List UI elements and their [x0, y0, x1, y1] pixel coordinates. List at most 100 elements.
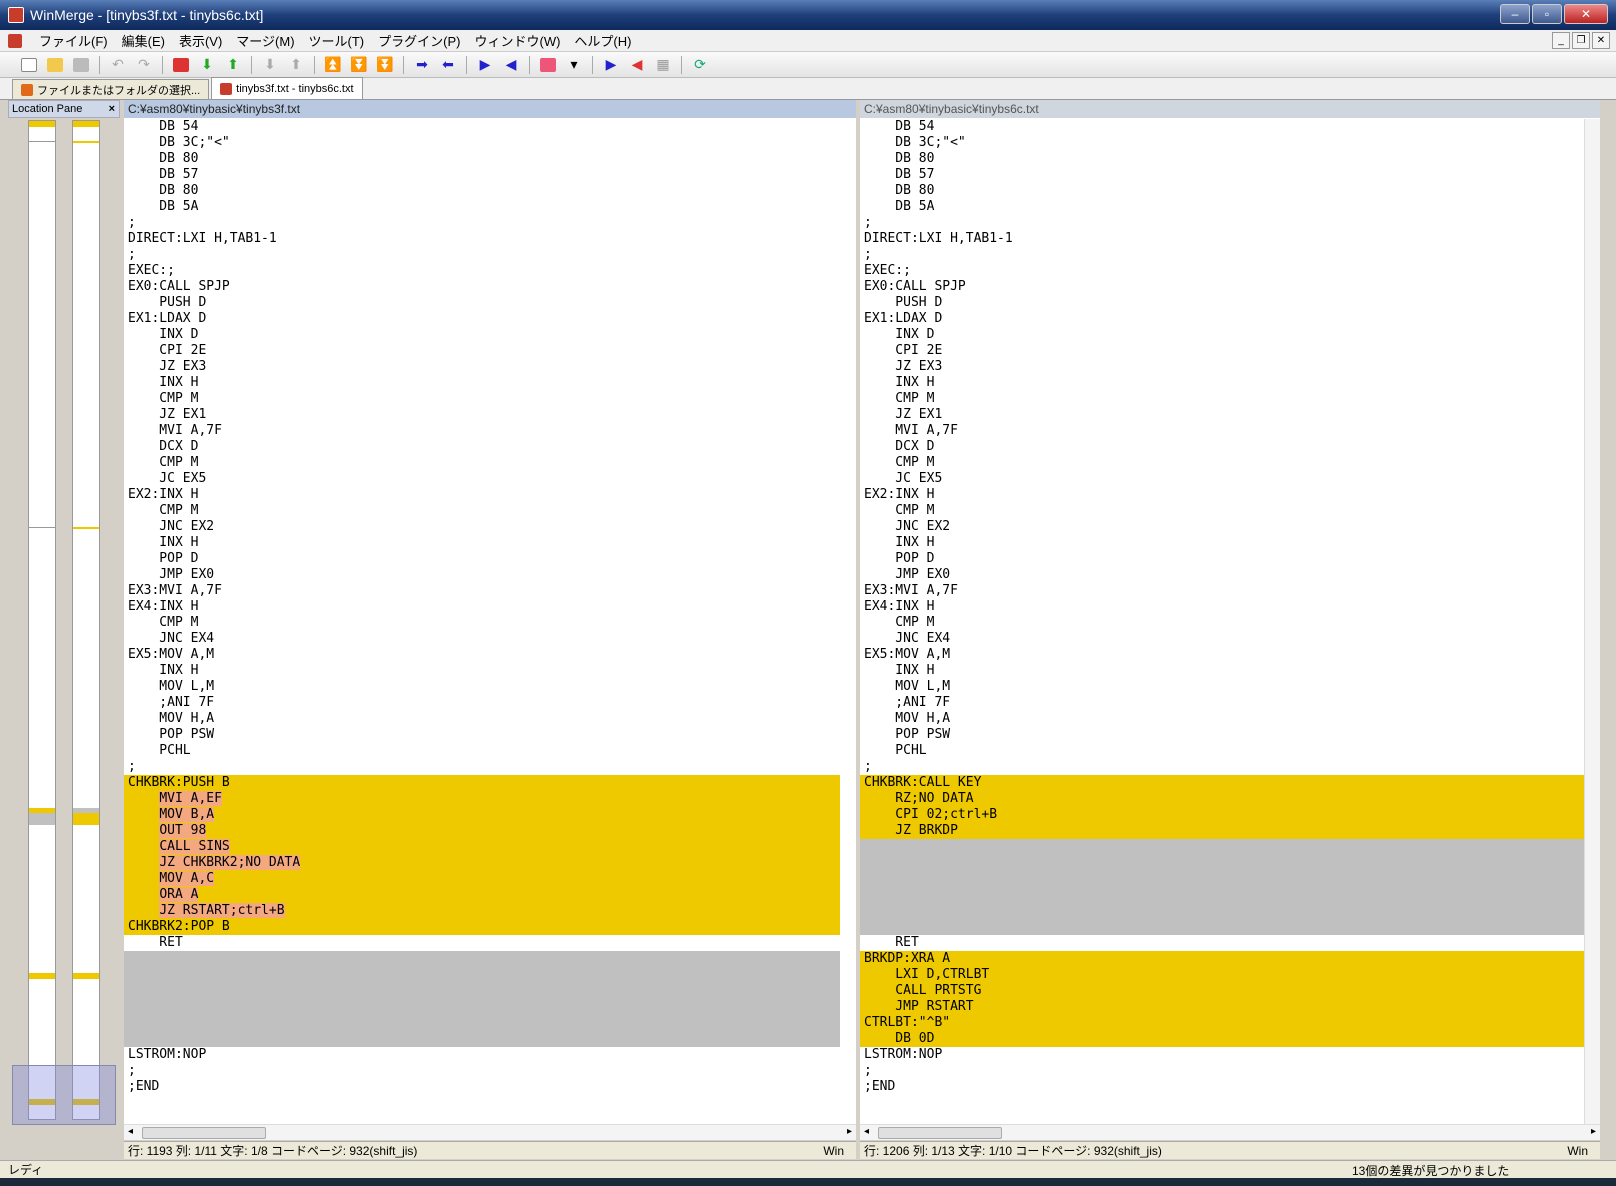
code-line[interactable]: EX3:MVI A,7F [124, 583, 840, 599]
minimize-button[interactable]: – [1500, 4, 1530, 24]
menu-view[interactable]: 表示(V) [172, 31, 229, 50]
code-line[interactable]: JMP EX0 [860, 567, 1584, 583]
code-line[interactable]: CMP M [124, 503, 840, 519]
mdi-restore-button[interactable]: ❐ [1572, 32, 1590, 49]
gap-line[interactable] [860, 871, 1584, 887]
code-line[interactable]: ; [124, 215, 840, 231]
code-line[interactable]: JZ EX1 [124, 407, 840, 423]
copy-right-icon[interactable]: ➡ [411, 55, 433, 75]
diff-line[interactable]: BRKDP:XRA A [860, 951, 1584, 967]
code-line[interactable]: ;END [124, 1079, 840, 1095]
code-line[interactable]: DB 80 [124, 151, 840, 167]
diff-line[interactable]: LXI D,CTRLBT [860, 967, 1584, 983]
code-line[interactable]: MVI A,7F [860, 423, 1584, 439]
code-line[interactable]: CMP M [860, 615, 1584, 631]
code-line[interactable]: DB 57 [860, 167, 1584, 183]
location-bar-left[interactable] [28, 120, 56, 1120]
code-line[interactable]: PUSH D [124, 295, 840, 311]
left-pane[interactable]: C:¥asm80¥tinybasic¥tinybs3f.txt DB 54 DB… [124, 100, 856, 1140]
left-code-view[interactable]: DB 54 DB 3C;"<" DB 80 DB 57 DB 80 DB 5A;… [124, 119, 840, 1095]
new-icon[interactable] [18, 55, 40, 75]
code-line[interactable]: CMP M [860, 503, 1584, 519]
code-line[interactable]: DB 54 [860, 119, 1584, 135]
code-line[interactable]: JNC EX4 [860, 631, 1584, 647]
diff-line[interactable]: JZ CHKBRK2;NO DATA [124, 855, 840, 871]
redo-icon[interactable]: ↷ [133, 55, 155, 75]
code-line[interactable]: EX0:CALL SPJP [860, 279, 1584, 295]
code-line[interactable]: EX1:LDAX D [860, 311, 1584, 327]
code-line[interactable]: CPI 2E [860, 343, 1584, 359]
code-line[interactable]: DCX D [860, 439, 1584, 455]
scroll-right-arrow-icon[interactable]: ▸ [847, 1126, 852, 1137]
open-folder-icon[interactable] [44, 55, 66, 75]
code-line[interactable]: EX1:LDAX D [124, 311, 840, 327]
code-line[interactable]: ; [124, 1063, 840, 1079]
save-icon[interactable] [70, 55, 92, 75]
code-line[interactable]: ; [860, 215, 1584, 231]
diff-line[interactable]: ORA A [124, 887, 840, 903]
code-line[interactable]: ;ANI 7F [860, 695, 1584, 711]
code-line[interactable]: POP D [860, 551, 1584, 567]
gap-line[interactable] [124, 983, 840, 999]
code-line[interactable]: MOV L,M [860, 679, 1584, 695]
location-bar-right[interactable] [72, 120, 100, 1120]
diff-line[interactable]: CALL PRTSTG [860, 983, 1584, 999]
code-line[interactable]: DIRECT:LXI H,TAB1-1 [124, 231, 840, 247]
code-line[interactable]: EX4:INX H [860, 599, 1584, 615]
menu-file[interactable]: ファイル(F) [32, 31, 115, 50]
code-line[interactable]: LSTROM:NOP [124, 1047, 840, 1063]
code-line[interactable]: DB 54 [124, 119, 840, 135]
menu-edit[interactable]: 編集(E) [115, 31, 172, 50]
code-line[interactable]: DB 80 [860, 151, 1584, 167]
code-line[interactable]: INX H [860, 535, 1584, 551]
code-line[interactable]: INX H [860, 663, 1584, 679]
code-line[interactable]: JNC EX2 [124, 519, 840, 535]
code-line[interactable]: JC EX5 [860, 471, 1584, 487]
code-line[interactable]: RET [860, 935, 1584, 951]
refresh-icon[interactable]: ⟳ [689, 55, 711, 75]
code-line[interactable]: DB 3C;"<" [124, 135, 840, 151]
right-hscrollbar[interactable]: ◂ ▸ [860, 1124, 1600, 1140]
mdi-minimize-button[interactable]: _ [1552, 32, 1570, 49]
code-line[interactable]: JZ EX1 [860, 407, 1584, 423]
code-line[interactable]: EX2:INX H [860, 487, 1584, 503]
code-line[interactable]: EX4:INX H [124, 599, 840, 615]
diff-line[interactable]: MVI A,EF [124, 791, 840, 807]
undo-icon[interactable]: ↶ [107, 55, 129, 75]
mdi-close-button[interactable]: ✕ [1592, 32, 1610, 49]
location-viewport[interactable] [12, 1065, 116, 1125]
code-line[interactable]: INX H [124, 535, 840, 551]
code-line[interactable]: JC EX5 [124, 471, 840, 487]
next-conflict-icon[interactable]: ⬇ [259, 55, 281, 75]
code-line[interactable]: DB 3C;"<" [860, 135, 1584, 151]
gap-line[interactable] [124, 951, 840, 967]
options-icon[interactable] [537, 55, 559, 75]
code-line[interactable]: INX H [124, 375, 840, 391]
menu-merge[interactable]: マージ(M) [229, 31, 301, 50]
code-line[interactable]: CMP M [860, 391, 1584, 407]
tab-compare[interactable]: tinybs3f.txt - tinybs6c.txt [211, 77, 363, 99]
diff-line[interactable]: CHKBRK2:POP B [124, 919, 840, 935]
code-line[interactable]: DB 5A [124, 199, 840, 215]
gap-line[interactable] [124, 999, 840, 1015]
location-pane-close-icon[interactable]: × [109, 103, 119, 115]
menu-window[interactable]: ウィンドウ(W) [467, 31, 567, 50]
diff-line[interactable]: OUT 98 [124, 823, 840, 839]
code-line[interactable]: LSTROM:NOP [860, 1047, 1584, 1063]
gap-line[interactable] [860, 903, 1584, 919]
diff-line[interactable]: CALL SINS [124, 839, 840, 855]
code-line[interactable]: JNC EX2 [860, 519, 1584, 535]
first-diff-icon[interactable] [170, 55, 192, 75]
diff-line[interactable]: RZ;NO DATA [860, 791, 1584, 807]
code-line[interactable]: JNC EX4 [124, 631, 840, 647]
copy-right-advance-icon[interactable]: ▶ [474, 55, 496, 75]
left-hscroll-thumb[interactable] [142, 1127, 266, 1139]
scroll-right-arrow-icon[interactable]: ▸ [1591, 1126, 1596, 1137]
code-line[interactable]: PCHL [860, 743, 1584, 759]
code-line[interactable]: MOV H,A [124, 711, 840, 727]
diff-line[interactable]: MOV B,A [124, 807, 840, 823]
scroll-left-arrow-icon[interactable]: ◂ [864, 1126, 869, 1137]
code-line[interactable]: EXEC:; [860, 263, 1584, 279]
open-right-icon[interactable]: ◀ [626, 55, 648, 75]
code-line[interactable]: INX D [860, 327, 1584, 343]
